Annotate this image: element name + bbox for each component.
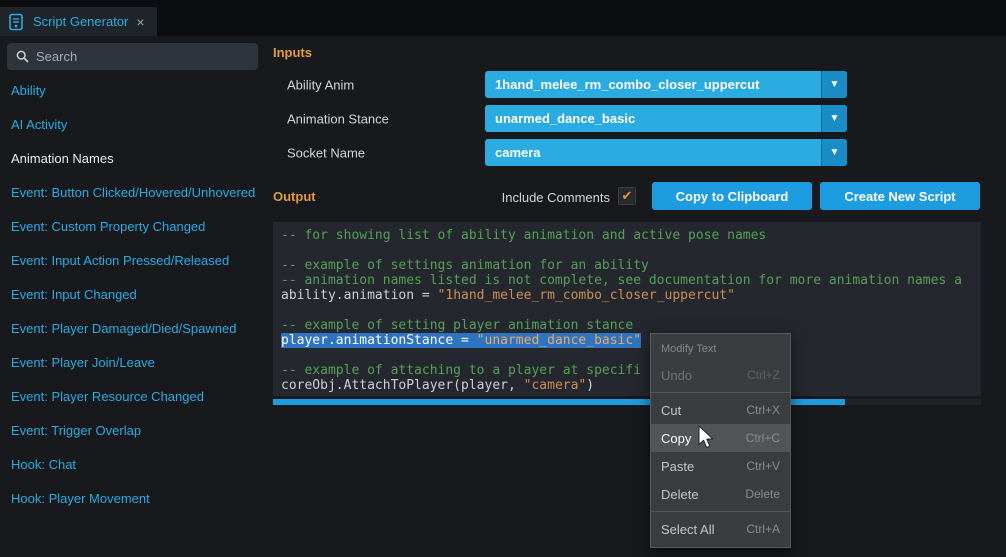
search-box[interactable] bbox=[7, 43, 258, 70]
tab-script-generator[interactable]: Script Generator × bbox=[0, 7, 157, 36]
sidebar-item[interactable]: Event: Player Damaged/Died/Spawned bbox=[0, 312, 265, 346]
sidebar-item[interactable]: Animation Names bbox=[0, 142, 265, 176]
inputs-section-title: Inputs bbox=[273, 45, 312, 60]
field-label: Animation Stance bbox=[287, 112, 389, 127]
menu-item-label: Paste bbox=[661, 459, 694, 474]
field-label: Ability Anim bbox=[287, 78, 354, 93]
menu-item-delete[interactable]: Delete Delete bbox=[651, 480, 790, 508]
menu-item-copy[interactable]: Copy Ctrl+C bbox=[651, 424, 790, 452]
sidebar-item[interactable]: Event: Trigger Overlap bbox=[0, 414, 265, 448]
chevron-down-icon: ▼ bbox=[821, 105, 847, 132]
copy-to-clipboard-button[interactable]: Copy to Clipboard bbox=[652, 182, 812, 210]
include-comments-label: Include Comments bbox=[502, 190, 610, 205]
dropdown[interactable]: camera▼ bbox=[485, 139, 847, 166]
menu-item-undo[interactable]: Undo Ctrl+Z bbox=[651, 361, 790, 389]
input-row: Ability Anim 1hand_melee_rm_combo_closer_… bbox=[273, 68, 981, 102]
dropdown-value: unarmed_dance_basic bbox=[485, 111, 821, 126]
dropdown-value: 1hand_melee_rm_combo_closer_uppercut bbox=[485, 77, 821, 92]
menu-item-label: Undo bbox=[661, 368, 692, 383]
sidebar-item[interactable]: Hook: Player Movement bbox=[0, 482, 265, 516]
sidebar-item[interactable]: Event: Player Join/Leave bbox=[0, 346, 265, 380]
dropdown-value: camera bbox=[485, 145, 821, 160]
menu-separator bbox=[651, 392, 790, 393]
sidebar-item[interactable]: Event: Player Resource Changed bbox=[0, 380, 265, 414]
menu-item-paste[interactable]: Paste Ctrl+V bbox=[651, 452, 790, 480]
dropdown[interactable]: unarmed_dance_basic▼ bbox=[485, 105, 847, 132]
menu-item-select-all[interactable]: Select All Ctrl+A bbox=[651, 515, 790, 543]
selected-text: player.animationStance = "unarmed_dance_… bbox=[281, 333, 641, 348]
context-menu: Modify Text Undo Ctrl+Z Cut Ctrl+X Copy Ctrl+… bbox=[650, 333, 791, 548]
field-label: Socket Name bbox=[287, 146, 365, 161]
input-row: Socket Name camera▼ bbox=[273, 136, 981, 170]
include-comments-checkbox[interactable]: ✔ bbox=[618, 187, 636, 205]
search-input[interactable] bbox=[36, 49, 249, 64]
dropdown[interactable]: 1hand_melee_rm_combo_closer_uppercut▼ bbox=[485, 71, 847, 98]
menu-item-shortcut: Delete bbox=[745, 487, 780, 501]
inputs-rows: Ability Anim 1hand_melee_rm_combo_closer_… bbox=[273, 68, 981, 170]
menu-item-label: Cut bbox=[661, 403, 681, 418]
tab-title: Script Generator bbox=[33, 14, 128, 29]
search-icon bbox=[16, 50, 29, 63]
sidebar-item[interactable]: Event: Button Clicked/Hovered/Unhovered bbox=[0, 176, 265, 210]
script-generator-icon bbox=[7, 13, 25, 31]
menu-item-shortcut: Ctrl+C bbox=[746, 431, 780, 445]
horizontal-scrollbar[interactable] bbox=[273, 399, 981, 405]
create-new-script-button[interactable]: Create New Script bbox=[820, 182, 980, 210]
code-editor[interactable]: -- for showing list of ability animation… bbox=[273, 222, 981, 396]
menu-item-shortcut: Ctrl+X bbox=[746, 403, 780, 417]
context-menu-title: Modify Text bbox=[651, 334, 790, 361]
chevron-down-icon: ▼ bbox=[821, 139, 847, 166]
sidebar-item[interactable]: AI Activity bbox=[0, 108, 265, 142]
context-menu-items: Undo Ctrl+Z Cut Ctrl+X Copy Ctrl+C Paste Ctrl+V… bbox=[651, 361, 790, 543]
tab-close-icon[interactable]: × bbox=[136, 15, 144, 29]
sidebar-item[interactable]: Event: Custom Property Changed bbox=[0, 210, 265, 244]
output-section-title: Output bbox=[273, 189, 316, 204]
sidebar: AbilityAI ActivityAnimation NamesEvent: … bbox=[0, 36, 265, 557]
menu-item-label: Select All bbox=[661, 522, 714, 537]
menu-item-shortcut: Ctrl+V bbox=[746, 459, 780, 473]
menu-item-label: Delete bbox=[661, 487, 699, 502]
menu-separator bbox=[651, 511, 790, 512]
tab-bar: Script Generator × bbox=[0, 0, 1006, 36]
sidebar-item[interactable]: Event: Input Changed bbox=[0, 278, 265, 312]
chevron-down-icon: ▼ bbox=[821, 71, 847, 98]
menu-item-label: Copy bbox=[661, 431, 691, 446]
input-row: Animation Stance unarmed_dance_basic▼ bbox=[273, 102, 981, 136]
sidebar-item[interactable]: Event: Input Action Pressed/Released bbox=[0, 244, 265, 278]
menu-item-shortcut: Ctrl+Z bbox=[747, 368, 780, 382]
script-generator-window: Script Generator × AbilityAI ActivityAni… bbox=[0, 0, 1006, 557]
sidebar-item[interactable]: Ability bbox=[0, 74, 265, 108]
sidebar-list: AbilityAI ActivityAnimation NamesEvent: … bbox=[0, 74, 265, 516]
menu-item-cut[interactable]: Cut Ctrl+X bbox=[651, 396, 790, 424]
sidebar-item[interactable]: Hook: Chat bbox=[0, 448, 265, 482]
menu-item-shortcut: Ctrl+A bbox=[746, 522, 780, 536]
